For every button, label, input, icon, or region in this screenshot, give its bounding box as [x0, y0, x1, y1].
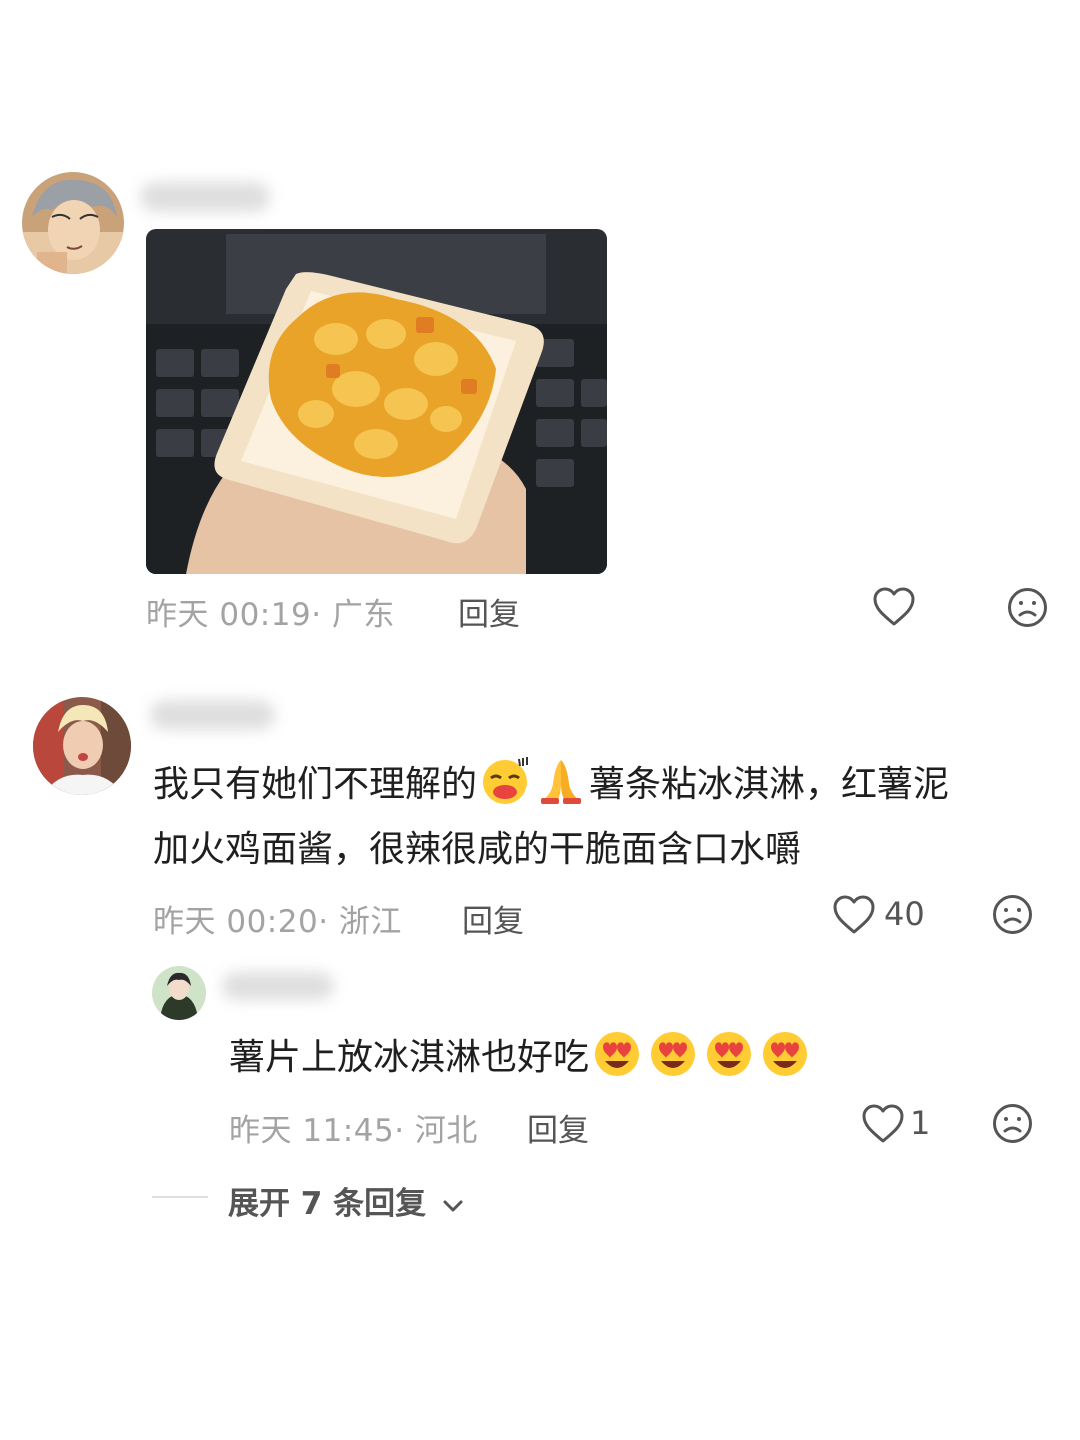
reply-name-blurred[interactable] — [222, 972, 334, 1000]
comment-text-line2: 加火鸡面酱，很辣很咸的干脆面含口水嚼 — [153, 829, 802, 870]
folded-hands-emoji-icon — [535, 754, 587, 806]
like-count: 40 — [884, 895, 925, 933]
comment-text: 我只有她们不理解的 薯条粘冰淇淋，红薯泥 — [153, 753, 949, 817]
commenter-name-blurred[interactable] — [140, 182, 270, 212]
reply-avatar[interactable] — [152, 966, 206, 1020]
comment-text-part: 薯条粘冰淇淋，红薯泥 — [589, 764, 950, 805]
reply-text: 薯片上放冰淇淋也好吃 — [229, 1026, 813, 1090]
commenter-avatar[interactable] — [33, 697, 131, 795]
heart-outline-icon[interactable] — [872, 586, 916, 628]
heart-eyes-emoji-icon — [591, 1027, 643, 1079]
heart-eyes-emoji-icon — [703, 1027, 755, 1079]
heart-outline-icon[interactable] — [861, 1103, 905, 1145]
expand-replies-button[interactable]: 展开 7 条回复 — [228, 1178, 465, 1223]
sad-face-icon[interactable] — [1007, 587, 1048, 628]
expand-replies-label: 展开 7 条回复 — [228, 1186, 427, 1222]
sad-face-icon[interactable] — [992, 1103, 1033, 1144]
commenter-avatar[interactable] — [22, 172, 124, 274]
commenter-name-blurred[interactable] — [150, 700, 275, 730]
kissing-emoji-icon — [479, 754, 531, 806]
expand-divider — [152, 1196, 208, 1198]
reply-button[interactable]: 回复 — [462, 896, 524, 941]
sad-face-icon[interactable] — [992, 894, 1033, 935]
comment-meta: 昨天 00:20· 浙江 — [153, 904, 402, 940]
reply-meta: 昨天 11:45· 河北 — [229, 1113, 478, 1149]
reply-button[interactable]: 回复 — [458, 589, 520, 634]
comment-meta: 昨天 00:19· 广东 — [146, 597, 395, 633]
comment-image[interactable] — [146, 229, 607, 574]
heart-eyes-emoji-icon — [759, 1027, 811, 1079]
heart-eyes-emoji-icon — [647, 1027, 699, 1079]
heart-outline-icon[interactable] — [832, 894, 876, 936]
chevron-down-icon — [441, 1196, 465, 1216]
reply-text-part: 薯片上放冰淇淋也好吃 — [229, 1037, 590, 1078]
reply-button[interactable]: 回复 — [527, 1105, 589, 1150]
comment-text-part: 我只有她们不理解的 — [153, 764, 478, 805]
like-count: 1 — [910, 1104, 931, 1142]
